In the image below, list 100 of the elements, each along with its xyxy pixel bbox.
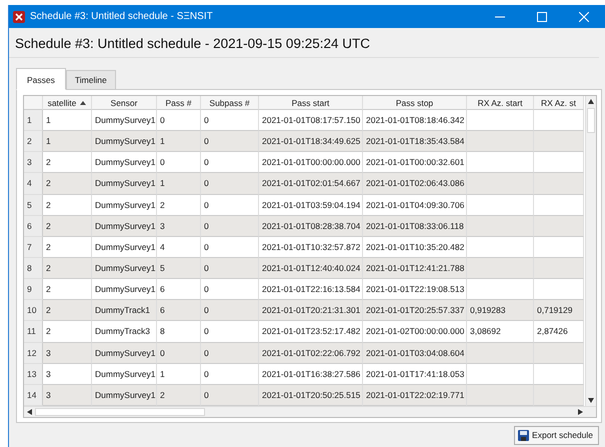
table-cell <box>534 131 584 152</box>
table-cell: 0 <box>201 216 259 237</box>
column-header[interactable]: Pass start <box>259 96 363 110</box>
table-cell: 2021-01-01T00:00:00.000 <box>259 152 363 174</box>
table-cell: 5 <box>157 258 201 280</box>
table-cell <box>534 173 584 195</box>
row-number[interactable]: 11 <box>24 321 43 343</box>
row-number[interactable]: 6 <box>24 216 43 237</box>
table-cell: 2021-01-01T08:28:38.704 <box>259 216 363 237</box>
table-cell <box>534 342 584 364</box>
table-cell <box>467 131 534 152</box>
column-header[interactable]: RX Az. start <box>467 96 534 110</box>
table-cell: 2 <box>43 279 92 300</box>
scroll-down-icon[interactable] <box>588 398 594 403</box>
row-number[interactable]: 2 <box>24 131 43 152</box>
table-cell: 2021-01-01T10:32:57.872 <box>259 236 363 258</box>
table-cell: 0,919283 <box>467 300 534 322</box>
table-cell: 0 <box>201 279 259 300</box>
table-cell: 2021-01-01T12:40:40.024 <box>259 258 363 280</box>
table-cell: 2021-01-02T00:00:00.000 <box>363 321 467 343</box>
column-header[interactable]: Sensor <box>92 96 157 110</box>
table-cell: DummySurvey1 <box>92 342 157 364</box>
table-cell <box>534 258 584 280</box>
table-cell <box>534 236 584 258</box>
table-cell: 4 <box>157 236 201 258</box>
table-cell: 2 <box>43 216 92 237</box>
table-cell: DummySurvey1 <box>92 110 157 132</box>
column-header[interactable]: Subpass # <box>201 96 259 110</box>
row-number[interactable]: 8 <box>24 258 43 280</box>
table-cell: 2021-01-01T08:18:46.342 <box>363 110 467 132</box>
table-cell <box>467 258 534 280</box>
column-header[interactable]: Pass # <box>157 96 201 110</box>
row-number[interactable]: 3 <box>24 152 43 174</box>
table-cell: DummySurvey1 <box>92 236 157 258</box>
table-cell: 2021-01-01T08:33:06.118 <box>363 216 467 237</box>
table-cell <box>467 342 534 364</box>
table-cell <box>534 216 584 237</box>
table-cell: 2 <box>43 173 92 195</box>
table-cell: DummySurvey1 <box>92 131 157 152</box>
table-cell: 2021-01-01T02:01:54.667 <box>259 173 363 195</box>
maximize-icon[interactable] <box>537 12 547 22</box>
table-cell: 2 <box>43 300 92 322</box>
table-cell: 2021-01-01T20:50:25.515 <box>259 384 363 406</box>
table-cell: 2,87426 <box>534 321 584 343</box>
table-cell: 2021-01-01T03:59:04.194 <box>259 194 363 216</box>
vertical-scrollbar[interactable] <box>585 96 596 406</box>
table-cell: 1 <box>43 131 92 152</box>
table-cell: DummyTrack1 <box>92 300 157 322</box>
column-header[interactable]: satellite <box>43 96 92 110</box>
table-cell <box>534 384 584 406</box>
table-cell: DummyTrack3 <box>92 321 157 343</box>
table-cell: 6 <box>157 279 201 300</box>
row-number[interactable]: 14 <box>24 384 43 406</box>
close-icon[interactable] <box>579 12 589 22</box>
table-cell: 3 <box>43 342 92 364</box>
table-cell: 2021-01-01T18:35:43.584 <box>363 131 467 152</box>
row-number[interactable]: 10 <box>24 300 43 322</box>
scrollbar-thumb[interactable] <box>35 408 205 416</box>
row-number[interactable]: 5 <box>24 194 43 216</box>
table-cell: 2 <box>43 152 92 174</box>
corner-header <box>24 96 43 110</box>
column-header[interactable]: Pass stop <box>363 96 467 110</box>
table-cell: 2021-01-01T08:17:57.150 <box>259 110 363 132</box>
table-cell: DummySurvey1 <box>92 279 157 300</box>
table-cell: 8 <box>157 321 201 343</box>
table-cell: 2 <box>157 384 201 406</box>
table-cell: DummySurvey1 <box>92 152 157 174</box>
row-number[interactable]: 4 <box>24 173 43 195</box>
window-title: Schedule #3: Untitled schedule - SΞNSIT <box>30 11 214 22</box>
tab[interactable]: Timeline <box>66 70 116 90</box>
table-cell: 2021-01-01T00:00:32.601 <box>363 152 467 174</box>
export-schedule-button[interactable]: Export schedule <box>514 426 599 444</box>
table-cell <box>534 152 584 174</box>
table-cell <box>467 279 534 300</box>
scroll-right-icon[interactable] <box>578 409 583 415</box>
scroll-left-icon[interactable] <box>27 409 32 415</box>
sort-ascending-icon <box>80 100 86 104</box>
row-number[interactable]: 12 <box>24 342 43 364</box>
table-cell: 2021-01-01T18:34:49.625 <box>259 131 363 152</box>
table-cell: 2 <box>43 236 92 258</box>
row-number[interactable]: 1 <box>24 110 43 132</box>
table-cell: 0 <box>157 342 201 364</box>
schedule-heading: Schedule #3: Untitled schedule - 2021-09-15 09:25:24 UTC <box>9 28 599 58</box>
table-cell: 0 <box>201 364 259 385</box>
row-number[interactable]: 7 <box>24 236 43 258</box>
table-cell: 2021-01-01T02:06:43.086 <box>363 173 467 195</box>
scrollbar-thumb[interactable] <box>587 108 595 133</box>
table-cell: 3,08692 <box>467 321 534 343</box>
row-number[interactable]: 13 <box>24 364 43 385</box>
table-cell: 2021-01-01T20:25:57.337 <box>363 300 467 322</box>
table-cell: 2021-01-01T03:04:08.604 <box>363 342 467 364</box>
table-cell: 3 <box>157 216 201 237</box>
scroll-up-icon[interactable] <box>588 99 594 104</box>
table-cell: 1 <box>157 364 201 385</box>
column-header[interactable]: RX Az. st <box>534 96 584 110</box>
horizontal-scrollbar[interactable] <box>24 406 596 417</box>
tab[interactable]: Passes <box>16 68 66 90</box>
table-cell: 1 <box>157 173 201 195</box>
row-number[interactable]: 9 <box>24 279 43 300</box>
table-cell: 0 <box>201 300 259 322</box>
